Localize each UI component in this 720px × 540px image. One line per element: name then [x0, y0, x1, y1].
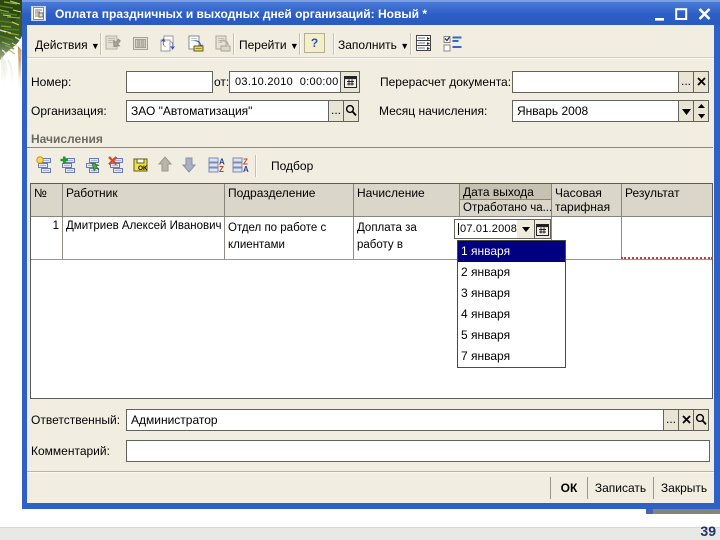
svg-text:A: A [243, 165, 249, 173]
svg-text:ОК: ОК [138, 165, 147, 172]
svg-text:Z: Z [219, 165, 224, 173]
